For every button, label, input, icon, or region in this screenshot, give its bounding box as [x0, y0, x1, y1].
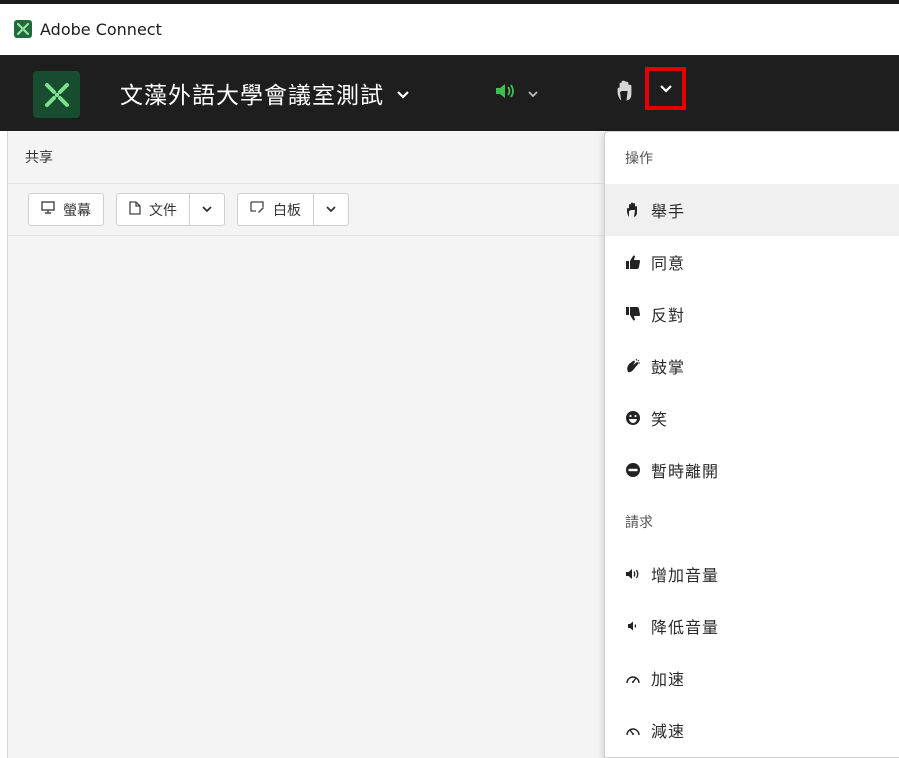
menu-item-label: 鼓掌	[651, 358, 686, 377]
menu-item-laugh[interactable]: 笑	[605, 392, 899, 444]
share-document-label: 文件	[149, 202, 177, 219]
menu-item-volume-down[interactable]: 降低音量	[605, 600, 899, 652]
volume-up-icon	[625, 566, 641, 582]
slow-down-icon	[625, 722, 641, 738]
monitor-icon	[41, 201, 55, 218]
menu-item-label: 加速	[651, 670, 686, 689]
chevron-down-icon[interactable]	[190, 194, 224, 225]
menu-item-label: 舉手	[651, 202, 686, 221]
adobe-connect-logo-icon[interactable]	[33, 71, 80, 118]
menu-item-raise-hand[interactable]: 舉手	[605, 184, 899, 236]
menu-item-step-away[interactable]: 暫時離開	[605, 444, 899, 496]
whiteboard-icon	[250, 201, 265, 218]
thumbs-down-icon	[625, 306, 641, 322]
step-away-icon	[625, 462, 641, 478]
window-titlebar: Adobe Connect	[0, 4, 899, 54]
menu-item-agree[interactable]: 同意	[605, 236, 899, 288]
chevron-down-icon	[396, 80, 410, 106]
speaker-icon	[495, 82, 517, 104]
audio-menu-button[interactable]	[495, 55, 539, 131]
raise-hand-icon	[625, 202, 641, 218]
menu-section-requests: 請求	[625, 515, 653, 531]
raise-hand-dropdown-menu: 操作 舉手 同意 反對 鼓掌 笑 暫時離開 請求 增加音量 降低音量 加速 減速	[604, 131, 899, 758]
document-icon	[129, 200, 141, 219]
share-pod: 共享 螢幕 文件 白板	[7, 131, 607, 758]
menu-item-applause[interactable]: 鼓掌	[605, 340, 899, 392]
menu-item-disagree[interactable]: 反對	[605, 288, 899, 340]
share-whiteboard-label: 白板	[273, 202, 301, 219]
window-title: Adobe Connect	[40, 19, 162, 39]
share-whiteboard-button[interactable]: 白板	[237, 193, 349, 226]
raise-hand-button[interactable]	[615, 55, 637, 131]
raise-hand-dropdown-button[interactable]	[645, 67, 686, 110]
menu-item-volume-up[interactable]: 增加音量	[605, 548, 899, 600]
meeting-header: 文藻外語大學會議室測試	[0, 55, 899, 131]
menu-item-label: 增加音量	[651, 566, 720, 585]
room-title: 文藻外語大學會議室測試	[120, 83, 384, 109]
adobe-connect-app-icon	[14, 20, 32, 38]
menu-item-label: 反對	[651, 306, 686, 325]
menu-item-label: 減速	[651, 722, 686, 741]
chevron-down-icon	[527, 84, 539, 103]
laugh-icon	[625, 410, 641, 426]
share-screen-button[interactable]: 螢幕	[28, 193, 104, 226]
menu-item-label: 同意	[651, 254, 686, 273]
thumbs-up-icon	[625, 254, 641, 270]
share-pod-toolbar: 螢幕 文件 白板	[8, 184, 607, 236]
share-screen-label: 螢幕	[63, 202, 91, 219]
menu-item-label: 笑	[651, 410, 669, 429]
share-pod-title: 共享	[8, 131, 607, 184]
menu-item-label: 降低音量	[651, 618, 720, 637]
menu-item-speed-up[interactable]: 加速	[605, 652, 899, 704]
menu-item-label: 暫時離開	[651, 462, 720, 481]
chevron-down-icon[interactable]	[314, 194, 348, 225]
share-document-button[interactable]: 文件	[116, 193, 225, 226]
applause-icon	[625, 358, 641, 374]
raise-hand-icon	[615, 80, 637, 106]
menu-item-slow-down[interactable]: 減速	[605, 704, 899, 756]
menu-section-actions: 操作	[625, 151, 653, 167]
room-title-menu[interactable]: 文藻外語大學會議室測試	[120, 55, 410, 131]
volume-down-icon	[625, 618, 641, 634]
speed-up-icon	[625, 670, 641, 686]
